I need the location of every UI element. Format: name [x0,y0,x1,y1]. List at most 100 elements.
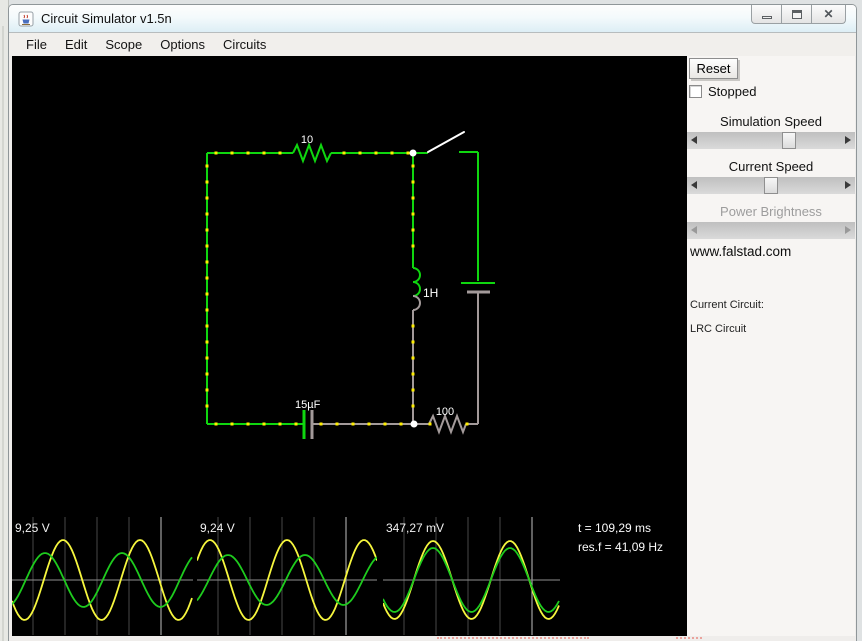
slider-right-arrow-icon[interactable] [839,177,855,194]
minimize-button[interactable] [751,5,782,24]
current-dot [411,404,415,408]
current-dot [319,422,323,426]
current-dot [390,151,394,155]
current-dot [205,308,209,312]
current-dot [411,372,415,376]
resonant-frequency-readout: res.f = 41,09 Hz [578,540,664,554]
control-panel: Reset Stopped Simulation Speed Current S… [687,56,855,636]
simulation-speed-slider[interactable] [687,132,855,149]
power-brightness-slider [687,222,855,239]
reset-button[interactable]: Reset [689,58,738,79]
slider-left-arrow-icon[interactable] [687,132,703,149]
current-dot [406,151,410,155]
resistor-10-label: 10 [301,134,313,146]
wire [466,292,479,425]
resistor-10-symbol[interactable] [292,142,332,164]
switch-lever[interactable] [427,131,465,153]
current-dot [205,340,209,344]
window-title: Circuit Simulator v1.5n [41,11,172,26]
oscilloscope-pane-3[interactable]: 347,27 mV [382,517,560,635]
current-dot [411,340,415,344]
current-circuit-label: Current Circuit: [690,299,764,311]
oscilloscope-pane-2[interactable]: 9,24 V [196,517,378,635]
current-dot [428,422,432,426]
stopped-checkbox[interactable] [689,85,702,98]
slider-thumb[interactable] [764,177,778,194]
current-dot [230,151,234,155]
current-dot [205,276,209,280]
current-dot [246,422,250,426]
current-dot [335,422,339,426]
stopped-checkbox-label: Stopped [708,84,757,99]
current-speed-label: Current Speed [728,159,814,174]
close-icon: ✕ [823,7,834,21]
inductor-label: 1H [423,286,438,300]
current-dot [205,164,209,168]
junction-post[interactable] [409,149,417,157]
slider-right-arrow-icon [839,222,855,239]
current-circuit-name: LRC Circuit [690,323,747,335]
junction-post[interactable] [410,420,418,428]
current-dot [262,151,266,155]
menu-options[interactable]: Options [151,34,214,55]
app-window: Circuit Simulator v1.5n ✕ File Edit Scop… [8,4,857,641]
wires-neutral [310,290,490,439]
slider-right-arrow-icon[interactable] [839,132,855,149]
capture-artifact [676,637,702,639]
slider-thumb[interactable] [782,132,796,149]
current-dot [278,151,282,155]
circuit-canvas[interactable]: 10 1H 15µF 100 9,25 V 9,24 V 347,27 mV t… [11,56,687,636]
current-dot [411,196,415,200]
current-dot [411,228,415,232]
close-button[interactable]: ✕ [811,5,846,24]
current-dot [205,372,209,376]
resistor-100-label: 100 [436,406,454,418]
maximize-icon [791,9,802,19]
time-readout: t = 109,29 ms [578,521,652,535]
slider-left-arrow-icon[interactable] [687,177,703,194]
current-dot [358,151,362,155]
current-dot [411,324,415,328]
simulation-readout: t = 109,29 ms res.f = 41,09 Hz [578,519,663,557]
current-dot [205,260,209,264]
scope-2-voltage-label: 9,24 V [200,521,235,535]
current-speed-slider[interactable] [687,177,855,194]
menu-file[interactable]: File [17,34,56,55]
oscilloscope-pane-1[interactable]: 9,25 V [11,517,193,635]
current-dot [411,388,415,392]
current-dot [205,244,209,248]
current-dot [351,422,355,426]
stopped-row: Stopped [689,84,756,99]
resistor-100-symbol[interactable] [428,413,467,435]
menu-edit[interactable]: Edit [56,34,96,55]
current-dot [411,356,415,360]
menu-circuits[interactable]: Circuits [214,34,275,55]
current-dot [411,180,415,184]
current-dot [374,151,378,155]
current-dot [411,244,415,248]
current-dot [411,164,415,168]
inductor-symbol-top[interactable] [412,267,421,297]
maximize-button[interactable] [781,5,812,24]
capture-artifact [437,637,589,639]
current-dot [205,212,209,216]
current-dot [465,422,469,426]
current-dot [205,356,209,360]
current-dot [383,422,387,426]
current-dot [230,422,234,426]
menu-scope[interactable]: Scope [96,34,151,55]
scope-1-voltage-label: 9,25 V [15,521,50,535]
capacitor-label: 15µF [295,399,321,411]
scope-3-voltage-label: 347,27 mV [386,521,445,535]
current-dot [205,404,209,408]
current-dot [411,212,415,216]
title-bar[interactable]: Circuit Simulator v1.5n ✕ [9,5,856,33]
inductor-symbol-bottom[interactable] [412,295,421,311]
minimize-icon [761,15,772,19]
website-link[interactable]: www.falstad.com [690,244,791,259]
current-dot [246,151,250,155]
current-dot [367,422,371,426]
slider-left-arrow-icon [687,222,703,239]
current-dot [342,151,346,155]
wire [459,151,479,281]
